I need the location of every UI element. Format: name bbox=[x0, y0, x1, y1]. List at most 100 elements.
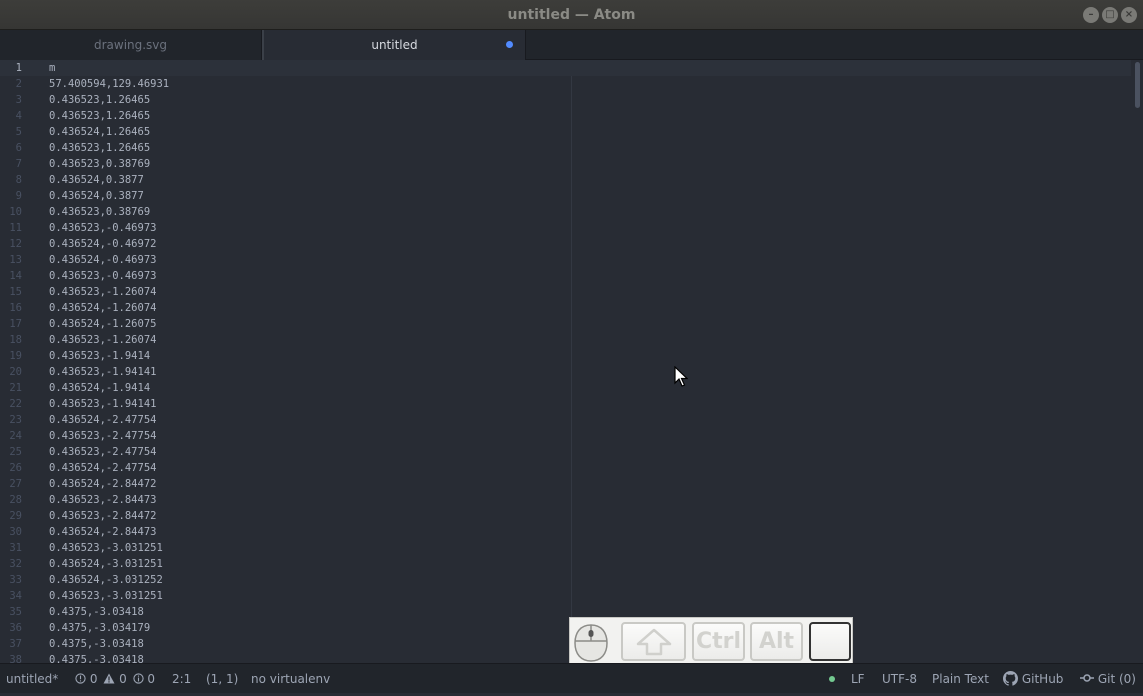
tab-untitled[interactable]: untitled bbox=[262, 30, 526, 60]
line-number[interactable]: 23 bbox=[0, 412, 22, 428]
close-button[interactable]: × bbox=[1121, 7, 1137, 23]
line-number[interactable]: 30 bbox=[0, 524, 22, 540]
editor-line[interactable]: 6 0.436523,1.26465 bbox=[0, 140, 1131, 156]
line-number[interactable]: 2 bbox=[0, 76, 22, 92]
editor-line[interactable]: 37 0.4375,-3.03418 bbox=[0, 636, 1131, 652]
line-number[interactable]: 35 bbox=[0, 604, 22, 620]
line-text[interactable]: 0.436523,-0.46973 bbox=[49, 220, 156, 236]
editor-line[interactable]: 26 0.436524,-2.47754 bbox=[0, 460, 1131, 476]
line-text[interactable]: m bbox=[49, 60, 55, 76]
editor-line[interactable]: 4 0.436523,1.26465 bbox=[0, 108, 1131, 124]
line-number[interactable]: 11 bbox=[0, 220, 22, 236]
editor-line[interactable]: 29 0.436523,-2.84472 bbox=[0, 508, 1131, 524]
line-text[interactable]: 0.436523,-1.26074 bbox=[49, 284, 156, 300]
line-number[interactable]: 13 bbox=[0, 252, 22, 268]
line-number[interactable]: 24 bbox=[0, 428, 22, 444]
line-text[interactable]: 0.436523,-2.84472 bbox=[49, 508, 156, 524]
editor-line[interactable]: 25 0.436523,-2.47754 bbox=[0, 444, 1131, 460]
line-number[interactable]: 6 bbox=[0, 140, 22, 156]
editor-lines[interactable]: 1 m 2 57.400594,129.46931 3 0.436523,1.26465 4… bbox=[0, 60, 1131, 663]
editor-line[interactable]: 27 0.436524,-2.84472 bbox=[0, 476, 1131, 492]
line-number[interactable]: 15 bbox=[0, 284, 22, 300]
git-button[interactable]: Git (0) bbox=[1080, 664, 1136, 694]
line-text[interactable]: 0.4375,-3.034179 bbox=[49, 620, 150, 636]
line-number[interactable]: 29 bbox=[0, 508, 22, 524]
line-text[interactable]: 0.436523,1.26465 bbox=[49, 108, 150, 124]
line-number[interactable]: 37 bbox=[0, 636, 22, 652]
line-number[interactable]: 33 bbox=[0, 572, 22, 588]
line-ending-selector[interactable]: LF bbox=[851, 664, 865, 694]
encoding-selector[interactable]: UTF-8 bbox=[882, 664, 917, 694]
scrollbar-thumb[interactable] bbox=[1135, 62, 1140, 108]
line-text[interactable]: 0.436524,-2.84472 bbox=[49, 476, 156, 492]
editor-line[interactable]: 34 0.436523,-3.031251 bbox=[0, 588, 1131, 604]
line-text[interactable]: 0.436524,1.26465 bbox=[49, 124, 150, 140]
line-text[interactable]: 0.436524,-1.26075 bbox=[49, 316, 156, 332]
line-text[interactable]: 0.436524,-2.47754 bbox=[49, 460, 156, 476]
line-text[interactable]: 0.436524,-2.84473 bbox=[49, 524, 156, 540]
editor-line[interactable]: 12 0.436524,-0.46972 bbox=[0, 236, 1131, 252]
line-text[interactable]: 0.436523,-1.94141 bbox=[49, 364, 156, 380]
line-number[interactable]: 20 bbox=[0, 364, 22, 380]
line-number[interactable]: 9 bbox=[0, 188, 22, 204]
line-text[interactable]: 0.436524,-3.031251 bbox=[49, 556, 163, 572]
line-number[interactable]: 32 bbox=[0, 556, 22, 572]
line-number[interactable]: 4 bbox=[0, 108, 22, 124]
line-text[interactable]: 0.436524,-3.031252 bbox=[49, 572, 163, 588]
editor-line[interactable]: 2 57.400594,129.46931 bbox=[0, 76, 1131, 92]
line-text[interactable]: 0.436523,-2.47754 bbox=[49, 428, 156, 444]
editor-line[interactable]: 14 0.436523,-0.46973 bbox=[0, 268, 1131, 284]
editor-line[interactable]: 23 0.436524,-2.47754 bbox=[0, 412, 1131, 428]
status-file-name[interactable]: untitled* bbox=[6, 664, 58, 694]
line-number[interactable]: 21 bbox=[0, 380, 22, 396]
line-number[interactable]: 18 bbox=[0, 332, 22, 348]
text-editor[interactable]: 1 m 2 57.400594,129.46931 3 0.436523,1.26465 4… bbox=[0, 60, 1143, 663]
line-text[interactable]: 0.436523,1.26465 bbox=[49, 140, 150, 156]
editor-line[interactable]: 15 0.436523,-1.26074 bbox=[0, 284, 1131, 300]
editor-line[interactable]: 13 0.436524,-0.46973 bbox=[0, 252, 1131, 268]
line-number[interactable]: 34 bbox=[0, 588, 22, 604]
line-number[interactable]: 17 bbox=[0, 316, 22, 332]
minimize-button[interactable]: – bbox=[1083, 7, 1099, 23]
editor-line[interactable]: 32 0.436524,-3.031251 bbox=[0, 556, 1131, 572]
line-text[interactable]: 57.400594,129.46931 bbox=[49, 76, 169, 92]
editor-line[interactable]: 36 0.4375,-3.034179 bbox=[0, 620, 1131, 636]
editor-line[interactable]: 16 0.436524,-1.26074 bbox=[0, 300, 1131, 316]
line-number[interactable]: 19 bbox=[0, 348, 22, 364]
linter-status[interactable]: 0 0 0 bbox=[75, 664, 155, 694]
github-button[interactable]: GitHub bbox=[1003, 664, 1063, 694]
line-text[interactable]: 0.436523,-3.031251 bbox=[49, 540, 163, 556]
line-text[interactable]: 0.436524,-1.26074 bbox=[49, 300, 156, 316]
line-number[interactable]: 5 bbox=[0, 124, 22, 140]
line-text[interactable]: 0.436524,-2.47754 bbox=[49, 412, 156, 428]
line-text[interactable]: 0.436523,-0.46973 bbox=[49, 268, 156, 284]
line-text[interactable]: 0.4375,-3.03418 bbox=[49, 604, 144, 620]
cursor-position[interactable]: (1, 1) bbox=[206, 664, 238, 694]
editor-line[interactable]: 21 0.436524,-1.9414 bbox=[0, 380, 1131, 396]
editor-line[interactable]: 28 0.436523,-2.84473 bbox=[0, 492, 1131, 508]
modified-indicator-icon[interactable] bbox=[506, 41, 513, 48]
line-number[interactable]: 12 bbox=[0, 236, 22, 252]
editor-line[interactable]: 19 0.436523,-1.9414 bbox=[0, 348, 1131, 364]
line-number[interactable]: 31 bbox=[0, 540, 22, 556]
line-text[interactable]: 0.436523,-1.94141 bbox=[49, 396, 156, 412]
line-text[interactable]: 0.436523,0.38769 bbox=[49, 204, 150, 220]
line-text[interactable]: 0.436523,0.38769 bbox=[49, 156, 150, 172]
line-text[interactable]: 0.436523,-2.84473 bbox=[49, 492, 156, 508]
line-text[interactable]: 0.436523,-3.031251 bbox=[49, 588, 163, 604]
selection-count[interactable]: 2:1 bbox=[172, 664, 191, 694]
editor-line[interactable]: 31 0.436523,-3.031251 bbox=[0, 540, 1131, 556]
editor-line[interactable]: 38 0.4375,-3.03418 bbox=[0, 652, 1131, 663]
line-text[interactable]: 0.436524,-1.9414 bbox=[49, 380, 150, 396]
line-number[interactable]: 38 bbox=[0, 652, 22, 663]
editor-line[interactable]: 3 0.436523,1.26465 bbox=[0, 92, 1131, 108]
line-number[interactable]: 3 bbox=[0, 92, 22, 108]
line-text[interactable]: 0.436524,0.3877 bbox=[49, 172, 144, 188]
grammar-selector[interactable]: Plain Text bbox=[932, 664, 989, 694]
line-text[interactable]: 0.436523,-1.9414 bbox=[49, 348, 150, 364]
line-text[interactable]: 0.436523,1.26465 bbox=[49, 92, 150, 108]
editor-line[interactable]: 24 0.436523,-2.47754 bbox=[0, 428, 1131, 444]
line-text[interactable]: 0.436524,-0.46972 bbox=[49, 236, 156, 252]
line-number[interactable]: 10 bbox=[0, 204, 22, 220]
line-number[interactable]: 16 bbox=[0, 300, 22, 316]
